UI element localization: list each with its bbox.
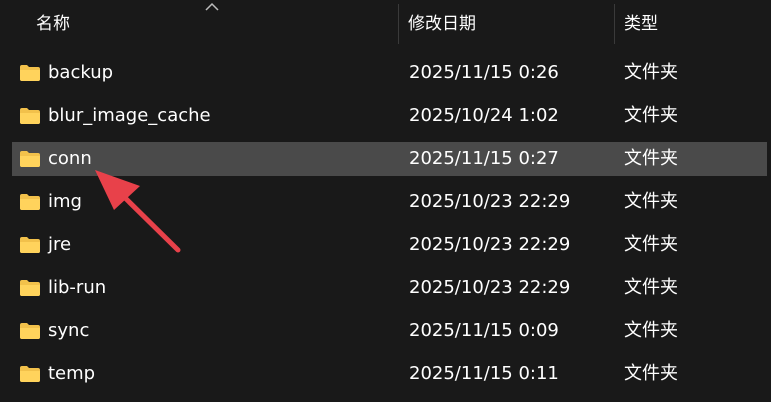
file-type: 文件夹 [624, 148, 678, 169]
file-row[interactable]: conn 2025/11/15 0:27 文件夹 [12, 142, 767, 176]
column-header-type[interactable]: 类型 [624, 13, 658, 35]
file-date-modified: 2025/10/23 22:29 [409, 234, 571, 255]
file-date-modified: 2025/10/23 22:29 [409, 277, 571, 298]
file-row[interactable]: sync 2025/11/15 0:09 文件夹 [12, 314, 767, 348]
file-name[interactable]: backup [48, 62, 113, 84]
folder-icon [20, 151, 40, 167]
folder-icon [20, 108, 40, 124]
file-row[interactable]: backup 2025/11/15 0:26 文件夹 [12, 56, 767, 90]
sort-ascending-icon[interactable] [205, 2, 219, 12]
file-row[interactable]: jre 2025/10/23 22:29 文件夹 [12, 228, 767, 262]
file-date-modified: 2025/11/15 0:09 [409, 320, 559, 341]
file-date-modified: 2025/11/15 0:11 [409, 363, 559, 384]
file-row[interactable]: img 2025/10/23 22:29 文件夹 [12, 185, 767, 219]
file-type: 文件夹 [624, 363, 678, 384]
file-type: 文件夹 [624, 320, 678, 341]
file-date-modified: 2025/10/23 22:29 [409, 191, 571, 212]
file-type: 文件夹 [624, 191, 678, 212]
file-name[interactable]: temp [48, 363, 95, 385]
folder-icon [20, 237, 40, 253]
file-name[interactable]: jre [48, 234, 71, 256]
file-type: 文件夹 [624, 234, 678, 255]
file-name[interactable]: blur_image_cache [48, 105, 211, 127]
file-date-modified: 2025/11/15 0:27 [409, 148, 559, 169]
column-header-name[interactable]: 名称 [36, 13, 70, 35]
column-header: 名称 修改日期 类型 [0, 0, 771, 46]
file-type: 文件夹 [624, 277, 678, 298]
column-header-date-modified[interactable]: 修改日期 [408, 13, 476, 35]
column-divider[interactable] [614, 4, 615, 44]
file-date-modified: 2025/11/15 0:26 [409, 62, 559, 83]
column-divider[interactable] [398, 4, 399, 44]
file-row[interactable]: temp 2025/11/15 0:11 文件夹 [12, 357, 767, 391]
folder-icon [20, 65, 40, 81]
folder-icon [20, 280, 40, 296]
file-row[interactable]: blur_image_cache 2025/10/24 1:02 文件夹 [12, 99, 767, 133]
folder-icon [20, 323, 40, 339]
folder-icon [20, 366, 40, 382]
file-type: 文件夹 [624, 105, 678, 126]
file-name[interactable]: lib-run [48, 277, 106, 299]
file-name[interactable]: conn [48, 148, 92, 170]
folder-icon [20, 194, 40, 210]
file-name[interactable]: img [48, 191, 82, 213]
file-name[interactable]: sync [48, 320, 89, 342]
file-row[interactable]: lib-run 2025/10/23 22:29 文件夹 [12, 271, 767, 305]
file-date-modified: 2025/10/24 1:02 [409, 105, 559, 126]
file-type: 文件夹 [624, 62, 678, 83]
